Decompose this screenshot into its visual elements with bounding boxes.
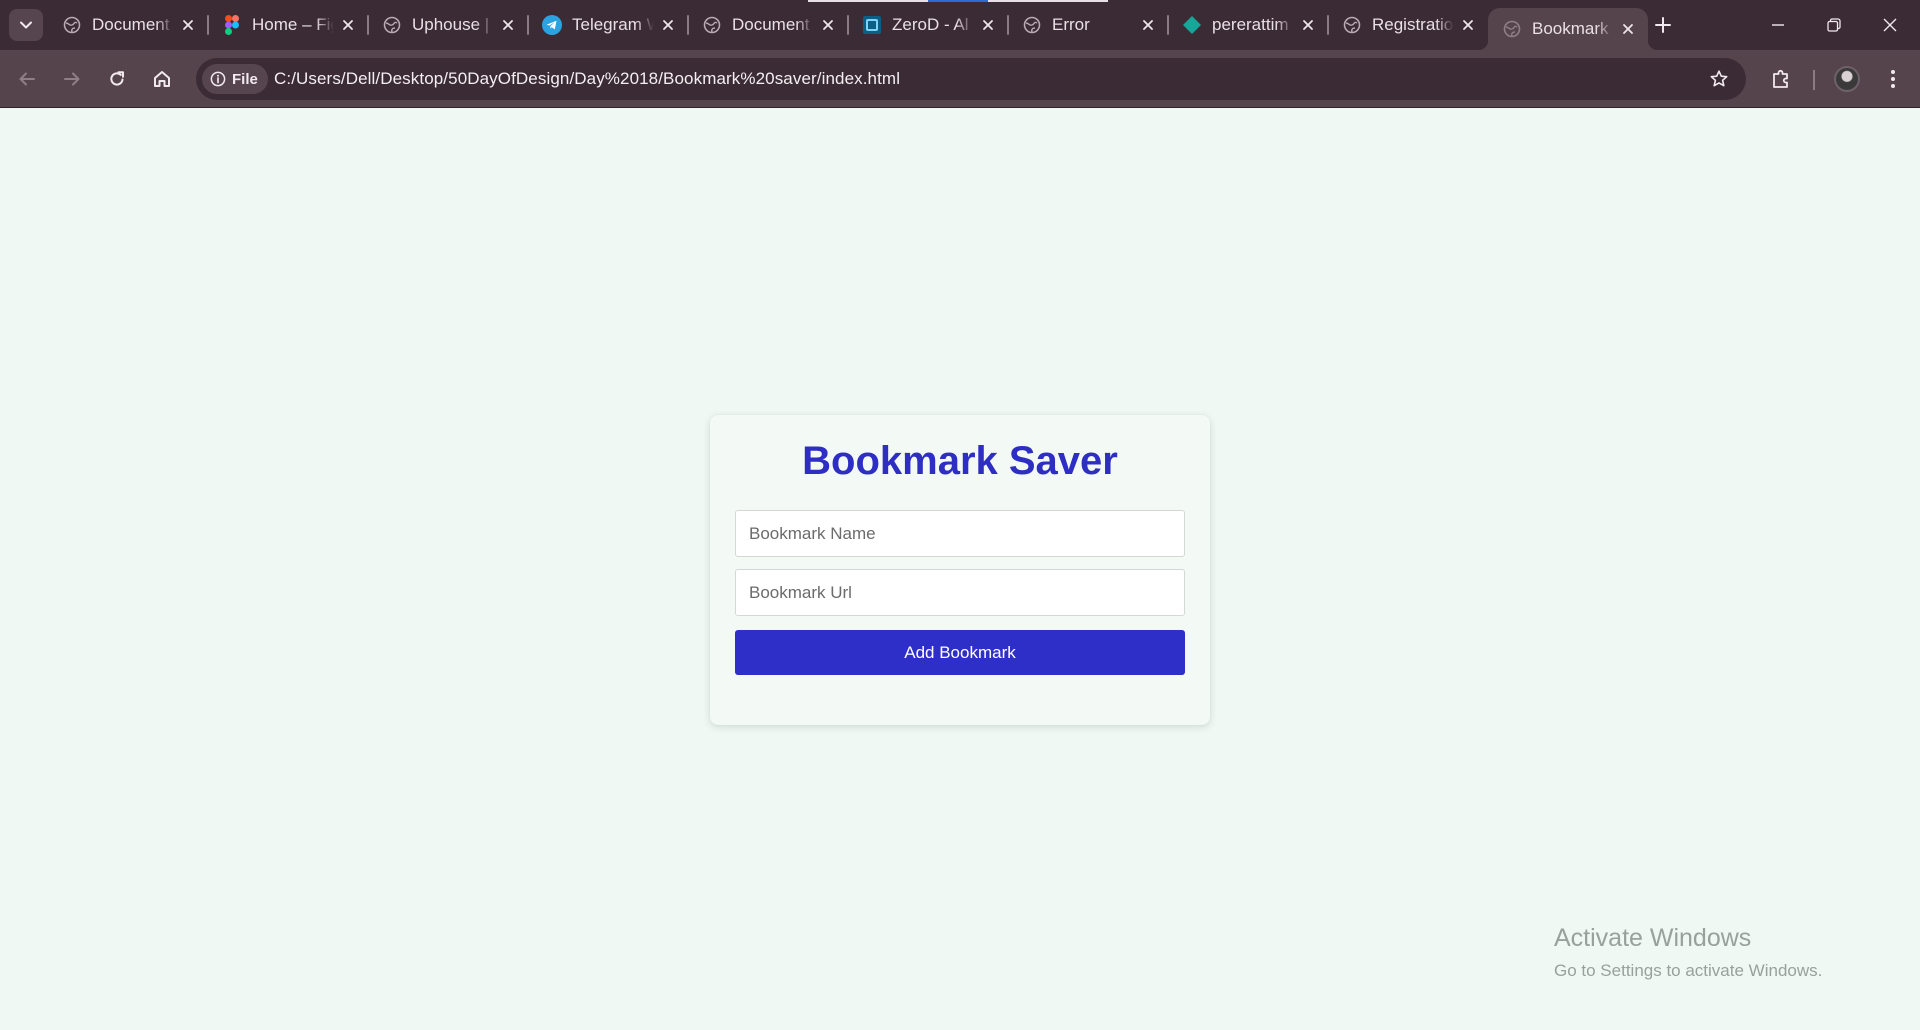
globe-icon: [1502, 19, 1522, 39]
close-icon[interactable]: [1300, 17, 1316, 33]
tab-title: Error: [1052, 15, 1090, 34]
globe-icon: [702, 15, 722, 35]
diamond-icon: [1182, 15, 1202, 35]
tab-title: Telegram Web: [572, 15, 654, 34]
tab-zerod[interactable]: ZeroD - Al: [848, 0, 1009, 50]
tab-figma[interactable]: Home – Figma: [208, 0, 369, 50]
close-icon[interactable]: [340, 17, 356, 33]
tab-title: pererattim: [1212, 15, 1289, 34]
home-icon: [154, 71, 170, 87]
url-text[interactable]: C:/Users/Dell/Desktop/50DayOfDesign/Day%…: [274, 69, 900, 89]
zerod-icon: [862, 15, 882, 35]
tab-title: ZeroD - Al: [892, 15, 969, 34]
tab-title: Registration: [1372, 15, 1454, 34]
minimize-button[interactable]: [1750, 0, 1806, 50]
globe-icon: [62, 15, 82, 35]
watermark-title: Activate Windows: [1554, 924, 1752, 952]
close-icon[interactable]: [660, 17, 676, 33]
tab-title: Document: [732, 15, 810, 34]
tab-search-button[interactable]: [9, 9, 43, 41]
tab-bookmark-active[interactable]: Bookmark: [1478, 8, 1658, 50]
profile-button[interactable]: [1830, 62, 1864, 96]
tab-title: Document: [92, 15, 170, 34]
bookmark-star-button[interactable]: [1708, 68, 1730, 90]
more-vertical-icon: [1891, 70, 1895, 88]
forward-button[interactable]: [55, 62, 89, 96]
extensions-button[interactable]: [1764, 62, 1798, 96]
restore-icon: [1827, 18, 1841, 32]
tabs-list: Document Home – Figma Uphouse | Telegram…: [48, 0, 1658, 50]
browser-toolbar: File C:/Users/Dell/Desktop/50DayOfDesign…: [0, 50, 1920, 108]
figma-icon: [222, 15, 242, 35]
address-bar[interactable]: File C:/Users/Dell/Desktop/50DayOfDesign…: [196, 58, 1746, 100]
close-icon[interactable]: [820, 17, 836, 33]
reload-button[interactable]: [100, 62, 134, 96]
tab-strip: Document Home – Figma Uphouse | Telegram…: [0, 0, 1920, 50]
telegram-icon: [542, 15, 562, 35]
arrow-left-icon: [19, 72, 35, 86]
tab-title: Home – Figma: [252, 15, 334, 34]
toolbar-divider: [1813, 70, 1815, 90]
puzzle-icon: [1773, 69, 1788, 88]
activate-windows-watermark: Activate Windows Go to Settings to activ…: [1554, 924, 1822, 981]
reload-icon: [110, 71, 124, 86]
menu-button[interactable]: [1876, 62, 1910, 96]
new-tab-button[interactable]: [1648, 12, 1678, 38]
tab-pererattim[interactable]: pererattim: [1168, 0, 1329, 50]
close-icon[interactable]: [980, 17, 996, 33]
home-button[interactable]: [145, 62, 179, 96]
chevron-down-icon: [20, 21, 32, 29]
tab-telegram[interactable]: Telegram Web: [528, 0, 689, 50]
tab-document-2[interactable]: Document: [688, 0, 849, 50]
close-icon[interactable]: [500, 17, 516, 33]
watermark-subtitle: Go to Settings to activate Windows.: [1554, 961, 1823, 980]
tab-title: Bookmark: [1532, 19, 1609, 38]
close-icon[interactable]: [1460, 17, 1476, 33]
back-button[interactable]: [10, 62, 44, 96]
close-icon[interactable]: [180, 17, 196, 33]
close-icon: [1883, 18, 1897, 32]
tab-document-1[interactable]: Document: [48, 0, 209, 50]
globe-icon: [382, 15, 402, 35]
globe-icon: [1342, 15, 1362, 35]
tab-error[interactable]: Error: [1008, 0, 1169, 50]
tab-registration[interactable]: Registration: [1328, 0, 1488, 50]
add-bookmark-button[interactable]: Add Bookmark: [735, 630, 1185, 675]
avatar: [1834, 66, 1860, 92]
bookmark-card: Bookmark Saver Add Bookmark: [710, 415, 1210, 725]
star-icon: [1710, 70, 1728, 87]
arrow-right-icon: [64, 72, 80, 86]
tab-uphouse[interactable]: Uphouse |: [368, 0, 529, 50]
bookmark-name-input[interactable]: [735, 510, 1185, 557]
minimize-icon: [1772, 24, 1784, 26]
bookmark-url-input[interactable]: [735, 569, 1185, 616]
site-info-chip[interactable]: File: [202, 64, 268, 94]
plus-icon: [1655, 17, 1671, 33]
tab-title: Uphouse |: [412, 15, 490, 34]
globe-icon: [1022, 15, 1042, 35]
close-window-button[interactable]: [1862, 0, 1918, 50]
close-icon[interactable]: [1620, 21, 1636, 37]
close-icon[interactable]: [1140, 17, 1156, 33]
site-info-label: File: [232, 70, 258, 88]
info-icon: [210, 71, 226, 87]
restore-button[interactable]: [1806, 0, 1862, 50]
page-title: Bookmark Saver: [802, 439, 1118, 483]
